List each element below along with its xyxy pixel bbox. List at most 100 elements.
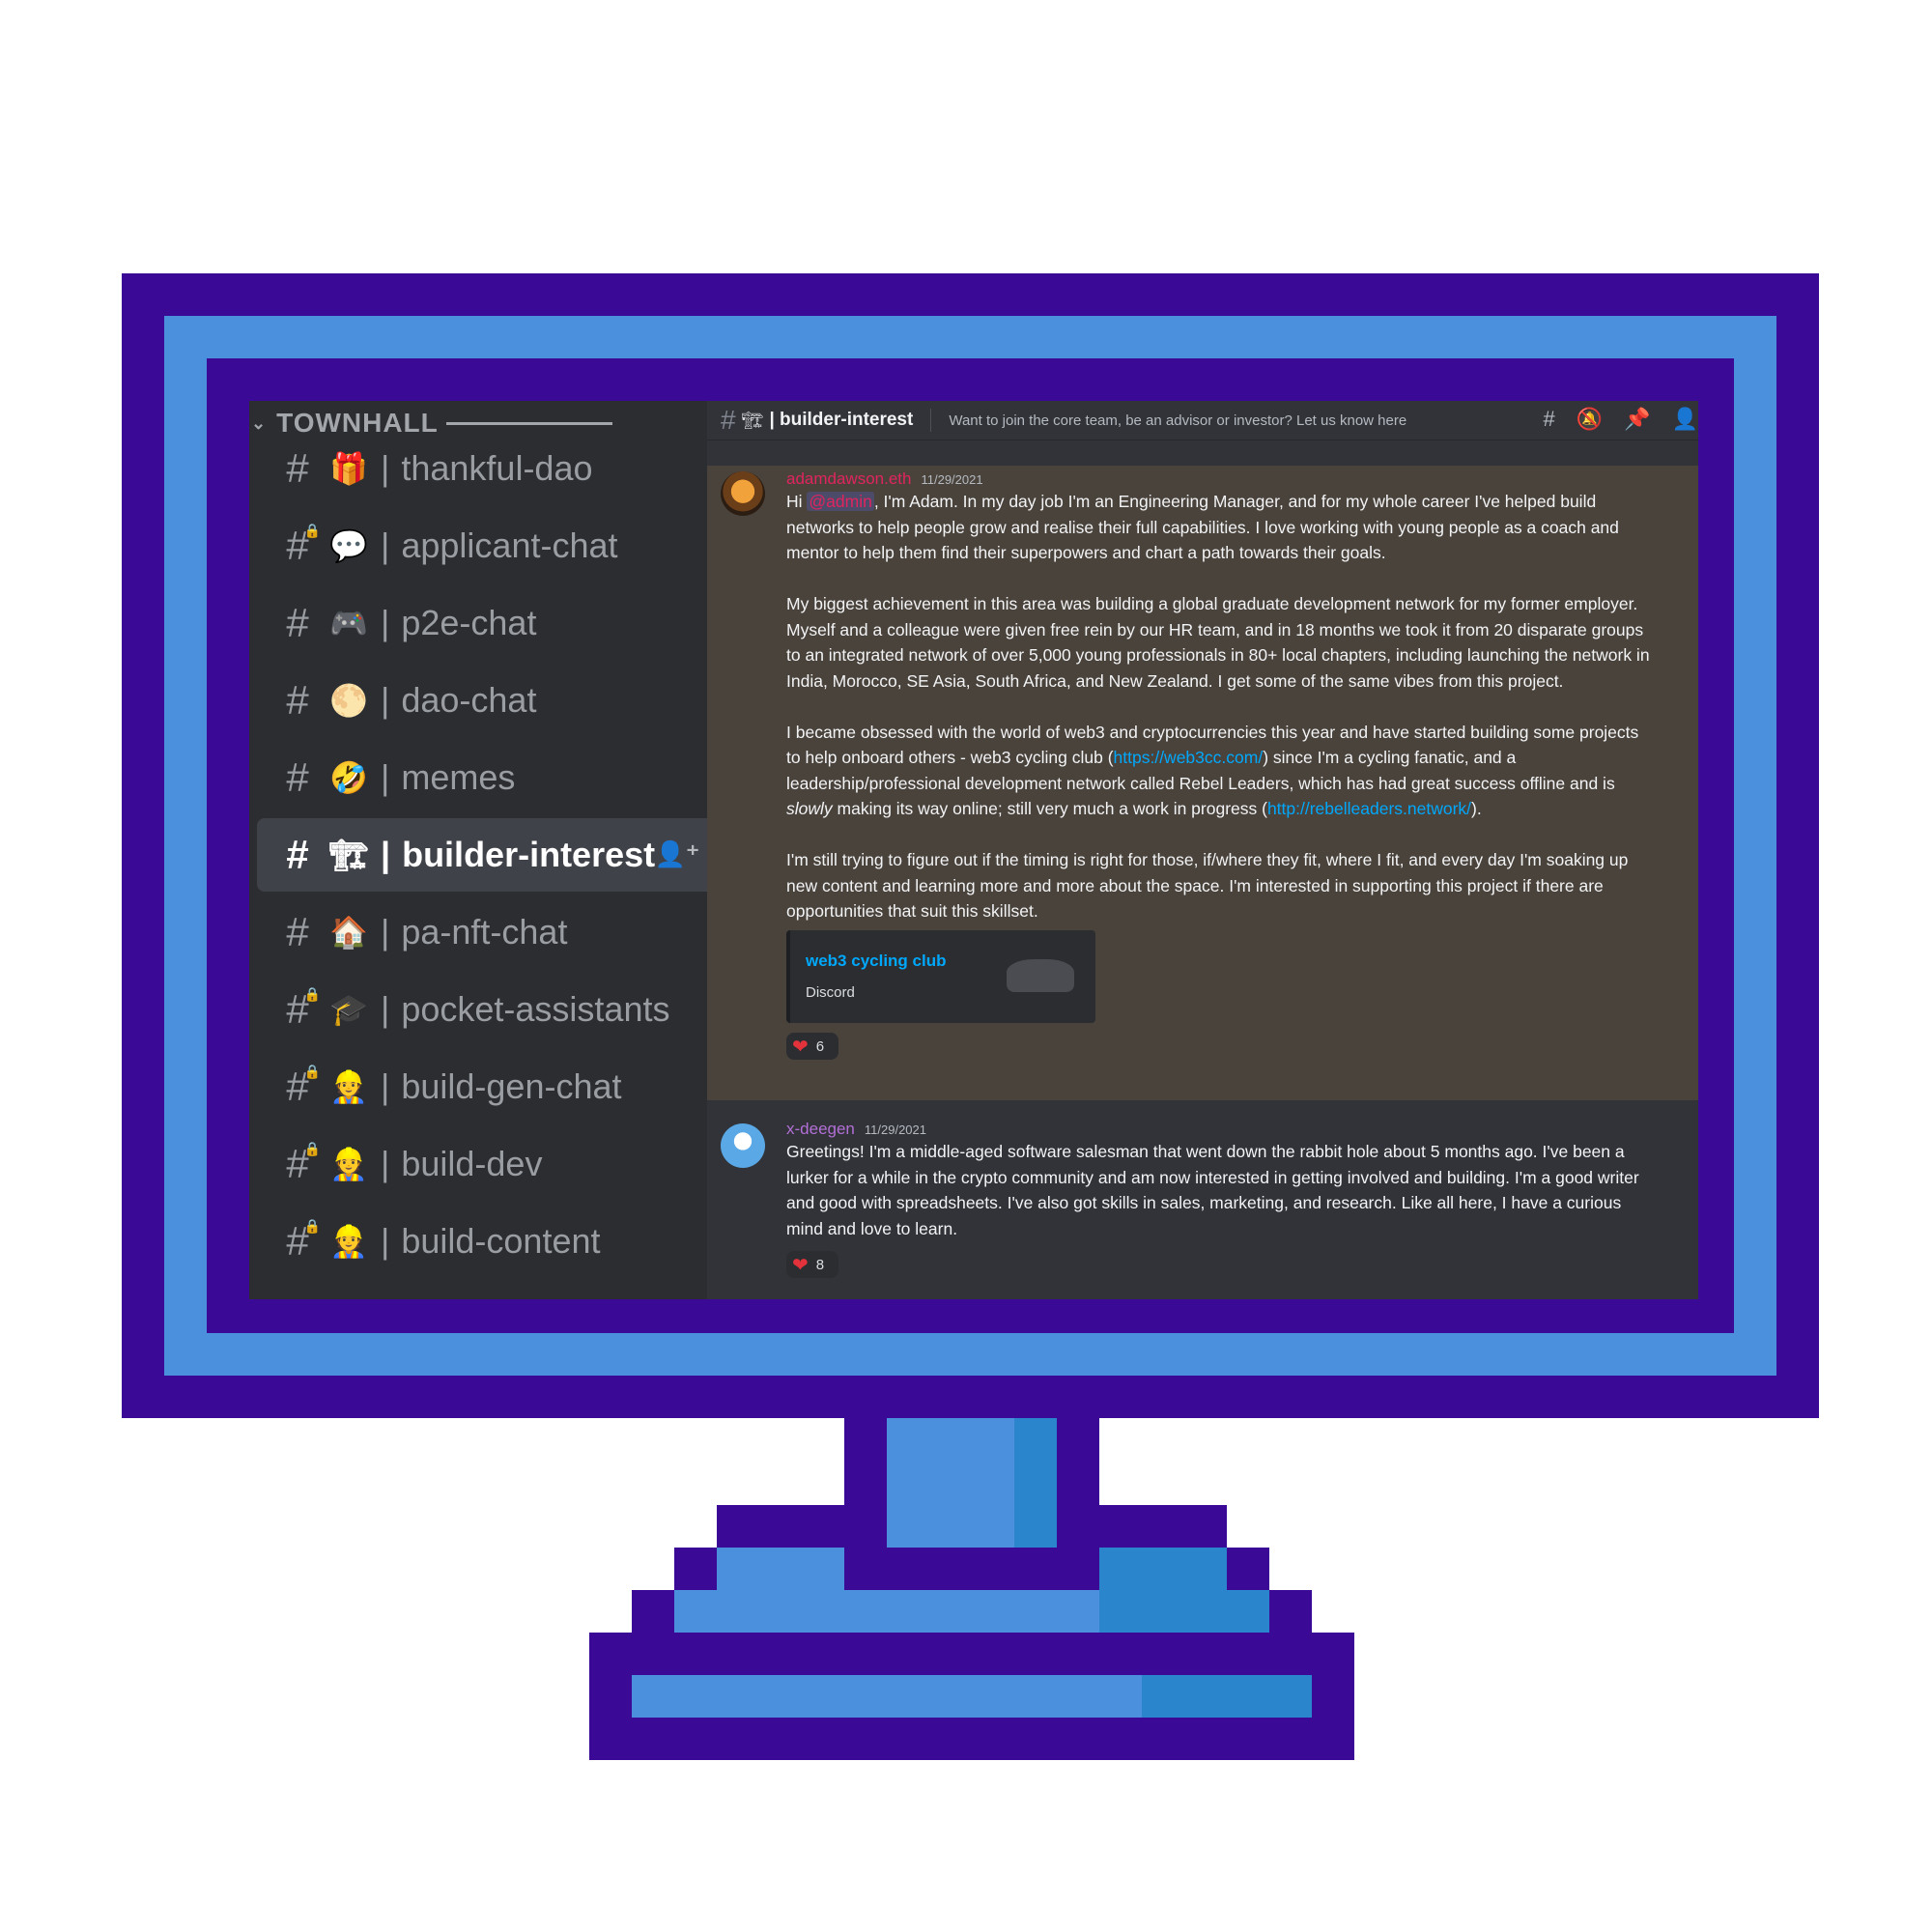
avatar[interactable] [721, 471, 765, 516]
channel-item[interactable]: # 🔒 👷 | build-content [257, 1205, 707, 1278]
message-header: adamdawson.eth 11/29/2021 [786, 469, 983, 489]
channel-item[interactable]: # 🔒 🎓 | pocket-assistants [257, 973, 707, 1046]
invite-member-icon[interactable]: 👤⁺ [655, 839, 699, 869]
link-web3cc[interactable]: https://web3cc.com/ [1114, 748, 1264, 767]
channel-name: dao-chat [401, 680, 537, 720]
threads-icon[interactable]: # [1544, 407, 1555, 432]
channel-name: pa-nft-chat [401, 912, 568, 952]
discord-screen: ⌄ TOWNHALL # 🎁 | thankful-dao # 🔒 💬 | applicant-… [249, 401, 1698, 1299]
link-rebelleaders[interactable]: http://rebelleaders.network/ [1267, 799, 1471, 818]
chevron-down-icon: ⌄ [251, 412, 268, 433]
channel-hash-icon: # 🔒 [286, 1218, 321, 1264]
channel-name: build-content [401, 1221, 601, 1261]
channel-name: pocket-assistants [401, 989, 670, 1029]
channel-emoji: 👷 [329, 1224, 368, 1259]
channel-separator: | [381, 757, 390, 797]
lock-icon: 🔒 [303, 1064, 321, 1079]
channel-hash-icon: # 🔒 [286, 1141, 321, 1186]
chat-pane: # 🏗 | builder-interest Want to join the … [707, 401, 1698, 1299]
channel-item[interactable]: # 🏗 | builder-interest 👤⁺ [257, 818, 707, 892]
channel-emoji: 🤣 [329, 760, 368, 795]
heart-icon: ❤ [792, 1254, 809, 1276]
channel-item[interactable]: # 🔒 👷 | build-dev [257, 1127, 707, 1201]
lock-icon: 🔒 [303, 1218, 321, 1234]
channel-emoji: 🎁 [329, 451, 368, 486]
channel-separator: | [381, 448, 390, 488]
channel-name: p2e-chat [401, 603, 537, 642]
channel-emoji: 🎮 [329, 606, 368, 640]
channel-hash-icon: # 🔒 [286, 1064, 321, 1109]
channel-emoji: 👷 [329, 1069, 368, 1104]
channel-item[interactable]: # 🎁 | thankful-dao [257, 432, 707, 505]
message-paragraph: I'm still trying to figure out if the ti… [786, 850, 1629, 921]
message: x-deegen 11/29/2021 Greetings! I'm a mid… [707, 1100, 1698, 1299]
channel-name: applicant-chat [401, 526, 618, 565]
message-paragraph: My biggest achievement in this area was … [786, 594, 1650, 691]
channel-hash-icon: # [286, 832, 309, 877]
author-name[interactable]: adamdawson.eth [786, 469, 911, 489]
channel-hash-icon: # [286, 677, 309, 723]
timestamp: 11/29/2021 [921, 472, 983, 487]
user-mention[interactable]: @admin [807, 492, 874, 511]
channel-hash-icon: # [286, 754, 309, 800]
embed-title[interactable]: web3 cycling club [806, 952, 947, 971]
reaction-button[interactable]: ❤ 8 [786, 1251, 838, 1278]
mute-bell-icon[interactable]: 🔕 [1577, 407, 1603, 432]
channel-name: memes [401, 757, 516, 797]
channel-hash-icon: # [286, 445, 309, 491]
category-divider [445, 421, 612, 425]
message: adamdawson.eth 11/29/2021 Hi @admin, I'm… [707, 466, 1698, 1100]
message-body: Greetings! I'm a middle-aged software sa… [786, 1142, 1639, 1238]
channel-name: builder-interest [402, 835, 656, 874]
channel-item[interactable]: # 🏠 | pa-nft-chat [257, 895, 707, 969]
channel-item[interactable]: # 🎮 | p2e-chat [257, 586, 707, 660]
channel-item[interactable]: # 🌕 | dao-chat [257, 664, 707, 737]
channel-separator: | [381, 526, 390, 565]
channel-name: build-dev [401, 1144, 543, 1183]
channel-emoji: 🏗 [741, 410, 764, 430]
channel-sidebar: ⌄ TOWNHALL # 🎁 | thankful-dao # 🔒 💬 | applicant-… [249, 401, 707, 1299]
channel-emoji: 🌕 [329, 683, 368, 718]
channel-hash-icon: # [286, 909, 309, 954]
channel-hash-icon: # [721, 405, 736, 435]
reaction-button[interactable]: ❤ 6 [786, 1033, 838, 1060]
author-name[interactable]: x-deegen [786, 1120, 855, 1139]
channel-separator: | [381, 1066, 390, 1106]
channel-header: # 🏗 | builder-interest Want to join the … [707, 401, 1698, 440]
channel-hash-icon: # 🔒 [286, 523, 321, 568]
message-paragraph: Hi @admin, I'm Adam. In my day job I'm a… [786, 492, 1619, 562]
channel-emoji: 🎓 [329, 992, 368, 1027]
channel-emoji: 🏠 [329, 915, 368, 950]
channel-name: thankful-dao [401, 448, 593, 488]
reaction-count: 6 [815, 1037, 825, 1055]
avatar[interactable] [721, 1123, 765, 1168]
message-header: x-deegen 11/29/2021 [786, 1120, 926, 1139]
timestamp: 11/29/2021 [864, 1122, 926, 1137]
channel-name: build-gen-chat [401, 1066, 622, 1106]
heart-icon: ❤ [792, 1036, 809, 1058]
embed-thumbnail [1007, 959, 1074, 992]
channel-topic[interactable]: Want to join the core team, be an adviso… [949, 412, 1406, 429]
channel-hash-icon: # 🔒 [286, 986, 321, 1032]
message-body: Hi @admin, I'm Adam. In my day job I'm a… [786, 489, 1656, 924]
header-toolbar: # 🔕 📌 👤 [1544, 407, 1698, 432]
lock-icon: 🔒 [303, 523, 321, 538]
channel-separator: | [381, 835, 391, 874]
channel-separator: | [381, 680, 390, 720]
channel-separator: | [381, 1221, 390, 1261]
channel-separator: | [381, 989, 390, 1029]
channel-item[interactable]: # 🔒 💬 | applicant-chat [257, 509, 707, 582]
reaction-count: 8 [815, 1256, 825, 1273]
message-paragraph: I became obsessed with the world of web3… [786, 722, 1639, 819]
lock-icon: 🔒 [303, 986, 321, 1002]
channel-item[interactable]: # 🔒 👷 | build-gen-chat [257, 1050, 707, 1123]
link-embed[interactable]: web3 cycling club Discord [786, 930, 1095, 1023]
channel-separator: | [381, 603, 390, 642]
channel-title: | builder-interest [769, 410, 914, 430]
channel-emoji: 🏗 [328, 838, 369, 872]
channel-separator: | [381, 912, 390, 952]
pin-icon[interactable]: 📌 [1624, 407, 1650, 432]
channel-item[interactable]: # 🤣 | memes [257, 741, 707, 814]
channel-hash-icon: # [286, 600, 309, 645]
member-list-icon[interactable]: 👤 [1672, 407, 1698, 432]
